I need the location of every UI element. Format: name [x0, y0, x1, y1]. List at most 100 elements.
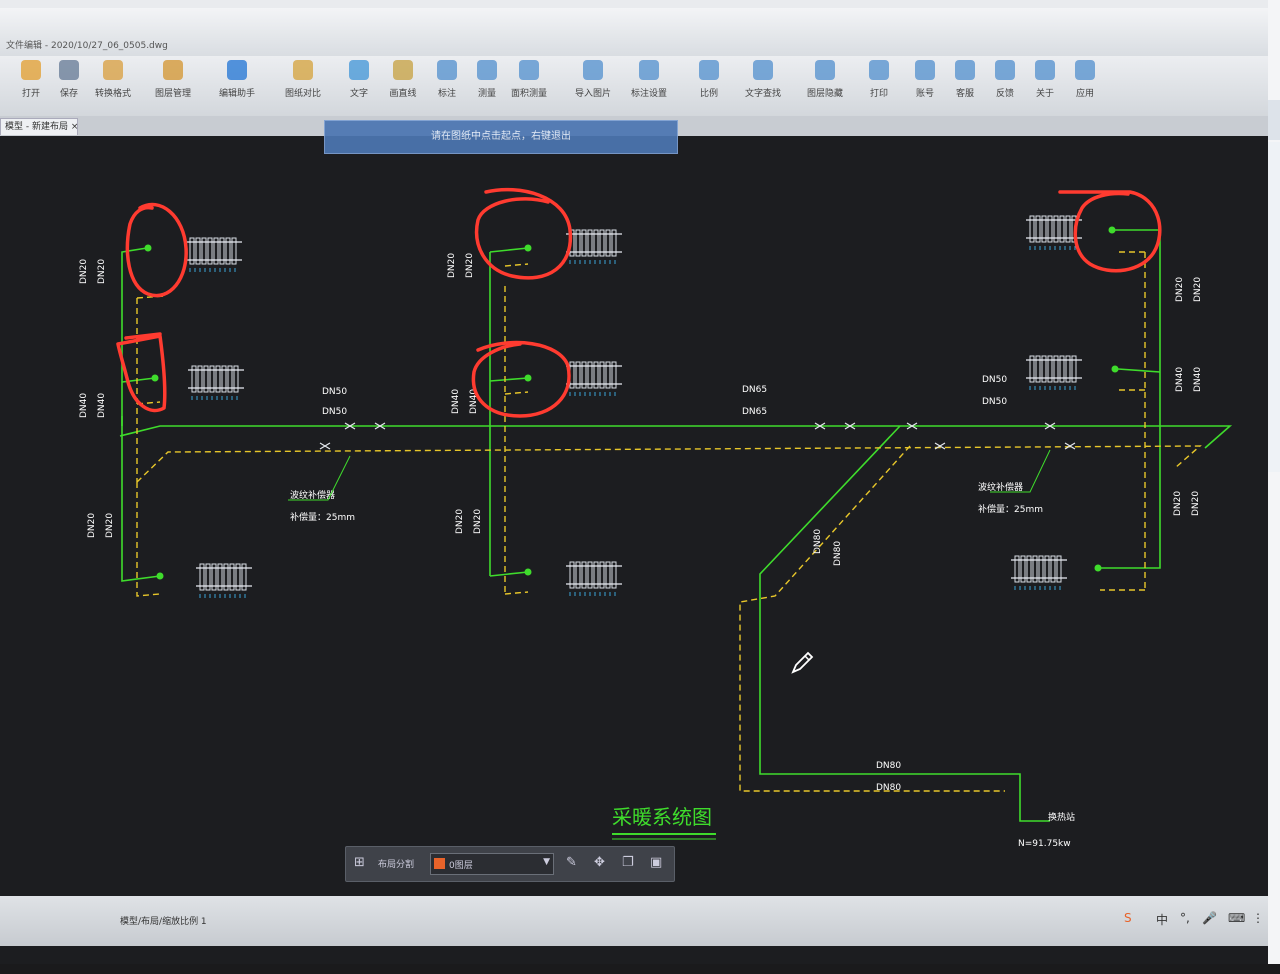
- pipe-size-label: DN80: [813, 529, 823, 554]
- ribbon-button-15[interactable]: 文字查找: [740, 60, 786, 112]
- pipe-size-label: DN40: [451, 389, 461, 414]
- ribbon-button-label: 编辑助手: [218, 89, 255, 99]
- line-icon: [393, 60, 413, 80]
- ribbon-button-8[interactable]: 画直线: [380, 60, 426, 112]
- ribbon-button-label: 保存: [59, 89, 78, 99]
- account-icon: [915, 60, 935, 80]
- ribbon-button-10[interactable]: 测量: [464, 60, 510, 112]
- layer-select[interactable]: 0图层 ▼: [430, 853, 554, 875]
- pencil-cursor-icon: [791, 651, 814, 674]
- ribbon-button-label: 图纸对比: [284, 89, 321, 99]
- ribbon-button-12[interactable]: 导入图片: [570, 60, 616, 112]
- area-icon: [519, 60, 539, 80]
- pipe-size-label: DN50: [982, 397, 1007, 407]
- supply-pipes: [119, 229, 1233, 822]
- gate-valve-icon: [1064, 442, 1076, 450]
- layer-hide-icon: [815, 60, 835, 80]
- floating-layout-toolbar: ⊞ 布局分割 0图层 ▼ ✎ ✥ ❐ ▣: [345, 846, 675, 882]
- window-title: 文件编辑 - 2020/10/27_06_0505.dwg: [6, 41, 168, 51]
- ribbon-button-label: 图层管理: [154, 89, 191, 99]
- valve-icon: [1094, 564, 1102, 572]
- compare-icon: [293, 60, 313, 80]
- valve-icon: [144, 244, 152, 252]
- pipe-size-label: DN50: [322, 387, 347, 397]
- layers-icon: [163, 60, 183, 80]
- status-bar: 模型/布局/缩放比例 1 S 中 °, 🎤 ⌨ ⋮: [0, 896, 1268, 946]
- pipe-size-label: DN20: [465, 253, 475, 278]
- pipe-size-label: DN20: [473, 509, 483, 534]
- pipe-size-label: DN20: [455, 509, 465, 534]
- ribbon-button-3[interactable]: 转换格式: [90, 60, 136, 112]
- grid-icon[interactable]: ⊞: [354, 855, 365, 870]
- punctuation-icon[interactable]: °,: [1180, 911, 1190, 925]
- layer-select-value: 0图层: [449, 861, 473, 871]
- ribbon-button-label: 导入图片: [574, 89, 611, 99]
- ribbon-button-7[interactable]: 文字: [336, 60, 382, 112]
- pipe-size-label: DN20: [1193, 277, 1203, 302]
- paste-icon[interactable]: ▣: [650, 855, 662, 870]
- cad-application-window: 文件编辑 - 2020/10/27_06_0505.dwg 打开 保存 转换格式 图层…: [0, 8, 1268, 964]
- pipe-size-label: DN20: [105, 513, 115, 538]
- ribbon-button-11[interactable]: 面积测量: [506, 60, 552, 112]
- microphone-icon[interactable]: 🎤: [1202, 911, 1217, 925]
- background-window-panel: [1268, 142, 1280, 472]
- ribbon-button-14[interactable]: 比例: [686, 60, 732, 112]
- ribbon-toolbar: 打开 保存 转换格式 图层管理 编辑助手 图纸对比 文字 画直线 标注 测量 面积测量 导入图片 标注设…: [0, 56, 1268, 117]
- radiator: [566, 361, 622, 396]
- about-icon: [1035, 60, 1055, 80]
- feedback-icon: [995, 60, 1015, 80]
- radiator: [188, 365, 244, 400]
- valve-icon: [1111, 365, 1119, 373]
- valve-icon: [524, 244, 532, 252]
- pipe-size-label: DN65: [742, 407, 767, 417]
- ribbon-button-2[interactable]: 保存: [46, 60, 92, 112]
- ribbon-button-17[interactable]: 打印: [856, 60, 902, 112]
- ribbon-button-label: 文字: [349, 89, 368, 99]
- folder-open-icon: [21, 60, 41, 80]
- valve-icon: [1108, 226, 1116, 234]
- valve-icon: [151, 374, 159, 382]
- valve-icon: [524, 374, 532, 382]
- valve-icon: [524, 568, 532, 576]
- radiator: [1026, 355, 1082, 390]
- pipe-size-label: DN20: [1175, 277, 1185, 302]
- document-tab[interactable]: 模型 - 新建布局 ×: [0, 118, 78, 135]
- move-icon[interactable]: ✥: [594, 855, 605, 870]
- ribbon-button-label: 面积测量: [510, 89, 547, 99]
- ime-chinese-icon[interactable]: 中: [1156, 911, 1168, 928]
- command-prompt-banner: 请在图纸中点击起点，右键退出: [324, 120, 678, 154]
- ribbon-button-label: 图层隐藏: [806, 89, 843, 99]
- ribbon-button-22[interactable]: 应用: [1062, 60, 1108, 112]
- edit-helper-icon: [227, 60, 247, 80]
- copy-icon[interactable]: ❐: [622, 855, 634, 870]
- edit-icon[interactable]: ✎: [566, 855, 577, 870]
- ribbon-button-label: 测量: [477, 89, 496, 99]
- apps-icon: [1075, 60, 1095, 80]
- expansion-joint-label: 波纹补偿器: [978, 481, 1023, 493]
- sogou-icon[interactable]: S: [1124, 911, 1132, 925]
- ribbon-button-label: 应用: [1075, 89, 1094, 99]
- pipe-size-label: DN65: [742, 385, 767, 395]
- ribbon-button-16[interactable]: 图层隐藏: [802, 60, 848, 112]
- ribbon-button-4[interactable]: 图层管理: [150, 60, 196, 112]
- diagram-title: 采暖系统图: [612, 805, 712, 829]
- red-circle-annotation: [116, 332, 167, 413]
- ribbon-button-label: 转换格式: [94, 89, 131, 99]
- support-icon: [955, 60, 975, 80]
- ribbon-button-13[interactable]: 标注设置: [626, 60, 672, 112]
- pipe-size-label: DN80: [876, 783, 901, 793]
- drawing-canvas[interactable]: DN20 DN20 DN40 DN40 DN20 DN20 DN20 DN20 DN40 DN40…: [0, 136, 1268, 896]
- keyboard-icon[interactable]: ⌨: [1228, 911, 1245, 925]
- convert-icon: [103, 60, 123, 80]
- ribbon-button-5[interactable]: 编辑助手: [214, 60, 260, 112]
- radiator: [566, 561, 622, 596]
- ribbon-button-label: 标注设置: [630, 89, 667, 99]
- layout-split-label: 布局分割: [378, 860, 415, 870]
- pipe-size-label: DN50: [982, 375, 1007, 385]
- radiator: [186, 237, 242, 272]
- pipe-size-label: DN20: [1191, 491, 1201, 516]
- ribbon-button-6[interactable]: 图纸对比: [280, 60, 326, 112]
- status-text: 模型/布局/缩放比例 1: [120, 917, 207, 927]
- pipe-size-label: DN80: [833, 541, 843, 566]
- menu-icon[interactable]: ⋮: [1252, 911, 1264, 925]
